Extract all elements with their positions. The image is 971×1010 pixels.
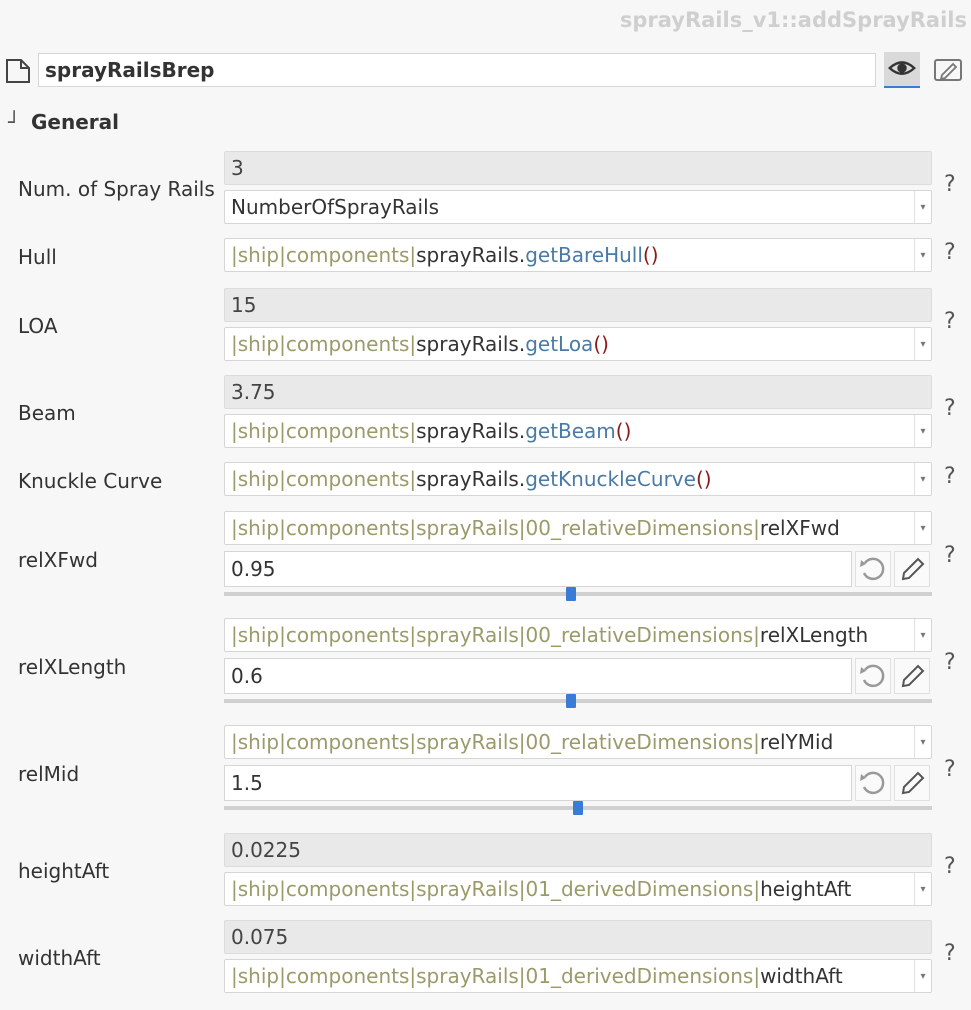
help-icon[interactable]: ? bbox=[944, 543, 956, 568]
eye-icon bbox=[887, 61, 917, 75]
dropdown-arrow-icon[interactable]: ▾ bbox=[914, 726, 931, 758]
slider-thumb[interactable] bbox=[565, 694, 576, 708]
label-loa: LOA bbox=[18, 314, 58, 338]
widthaft-expression[interactable]: |ship|components|sprayRails|01_derivedDi… bbox=[224, 959, 932, 993]
beam-expression[interactable]: |ship|components|sprayRails.getBeam() ▾ bbox=[224, 414, 932, 448]
label-heightaft: heightAft bbox=[18, 859, 110, 883]
reset-icon bbox=[860, 557, 885, 581]
label-widthaft: widthAft bbox=[18, 946, 101, 970]
slider-thumb[interactable] bbox=[573, 801, 583, 815]
heightaft-value: 0.0225 bbox=[224, 833, 932, 867]
relmid-slider[interactable] bbox=[224, 801, 932, 815]
label-num-spray-rails: Num. of Spray Rails bbox=[18, 177, 215, 201]
name-input[interactable]: sprayRailsBrep bbox=[38, 53, 876, 87]
heightaft-expression[interactable]: |ship|components|sprayRails|01_derivedDi… bbox=[224, 872, 932, 906]
dropdown-arrow-icon[interactable]: ▾ bbox=[914, 415, 931, 447]
relxlength-expression[interactable]: |ship|components|sprayRails|00_relativeD… bbox=[224, 618, 932, 652]
reset-icon bbox=[860, 664, 885, 688]
label-relmid: relMid bbox=[18, 762, 80, 786]
reset-button[interactable] bbox=[855, 658, 891, 694]
loa-expression[interactable]: |ship|components|sprayRails.getLoa() ▾ bbox=[224, 327, 932, 361]
relmid-expression[interactable]: |ship|components|sprayRails|00_relativeD… bbox=[224, 725, 932, 759]
dropdown-arrow-icon[interactable]: ▾ bbox=[914, 239, 931, 271]
dropdown-arrow-icon[interactable]: ▾ bbox=[914, 463, 931, 495]
slider-thumb[interactable] bbox=[565, 587, 576, 601]
document-icon bbox=[6, 59, 30, 83]
collapse-icon: ┘ bbox=[8, 110, 21, 134]
pencil-icon bbox=[901, 557, 925, 581]
dropdown-arrow-icon[interactable]: ▾ bbox=[914, 960, 931, 992]
help-icon[interactable]: ? bbox=[944, 309, 956, 334]
label-beam: Beam bbox=[18, 401, 76, 425]
reset-button[interactable] bbox=[855, 765, 891, 801]
loa-value: 15 bbox=[224, 288, 932, 322]
help-icon[interactable]: ? bbox=[944, 240, 956, 265]
help-icon[interactable]: ? bbox=[944, 172, 956, 197]
dropdown-arrow-icon[interactable]: ▾ bbox=[914, 873, 931, 905]
section-title: General bbox=[30, 110, 119, 134]
edit-button[interactable] bbox=[932, 54, 964, 86]
help-icon[interactable]: ? bbox=[944, 941, 956, 966]
edit-value-button[interactable] bbox=[894, 658, 930, 694]
relxlength-slider[interactable] bbox=[224, 694, 932, 708]
help-icon[interactable]: ? bbox=[944, 650, 956, 675]
dropdown-arrow-icon[interactable]: ▾ bbox=[914, 512, 931, 544]
relxfwd-input[interactable]: 0.95 bbox=[224, 551, 852, 587]
label-relxlength: relXLength bbox=[18, 655, 127, 679]
hull-expression[interactable]: |ship|components|sprayRails.getBareHull(… bbox=[224, 238, 932, 272]
dropdown-arrow-icon[interactable]: ▾ bbox=[914, 619, 931, 651]
pencil-icon bbox=[901, 771, 925, 795]
relxfwd-slider[interactable] bbox=[224, 587, 932, 601]
pencil-icon bbox=[901, 664, 925, 688]
help-icon[interactable]: ? bbox=[944, 396, 956, 421]
label-knuckle-curve: Knuckle Curve bbox=[18, 469, 163, 493]
knuckle-curve-expression[interactable]: |ship|components|sprayRails.getKnuckleCu… bbox=[224, 462, 932, 496]
header-title: sprayRails_v1::addSprayRails bbox=[619, 8, 967, 32]
relxfwd-expression[interactable]: |ship|components|sprayRails|00_relativeD… bbox=[224, 511, 932, 545]
edit-value-button[interactable] bbox=[894, 551, 930, 587]
dropdown-arrow-icon[interactable]: ▾ bbox=[914, 328, 931, 360]
num-spray-rails-value: 3 bbox=[224, 151, 932, 185]
label-relxfwd: relXFwd bbox=[18, 548, 98, 572]
relxlength-input[interactable]: 0.6 bbox=[224, 658, 852, 694]
section-general[interactable]: ┘ General bbox=[8, 110, 119, 134]
edit-icon bbox=[934, 59, 962, 81]
visibility-toggle-button[interactable] bbox=[884, 52, 920, 88]
beam-value: 3.75 bbox=[224, 375, 932, 409]
widthaft-value: 0.075 bbox=[224, 920, 932, 954]
reset-button[interactable] bbox=[855, 551, 891, 587]
reset-icon bbox=[860, 771, 885, 795]
help-icon[interactable]: ? bbox=[944, 854, 956, 879]
dropdown-arrow-icon[interactable]: ▾ bbox=[914, 191, 931, 223]
help-icon[interactable]: ? bbox=[944, 757, 956, 782]
relmid-input[interactable]: 1.5 bbox=[224, 765, 852, 801]
label-hull: Hull bbox=[18, 245, 57, 269]
edit-value-button[interactable] bbox=[894, 765, 930, 801]
num-spray-rails-expression[interactable]: NumberOfSprayRails ▾ bbox=[224, 190, 932, 224]
help-icon[interactable]: ? bbox=[944, 464, 956, 489]
